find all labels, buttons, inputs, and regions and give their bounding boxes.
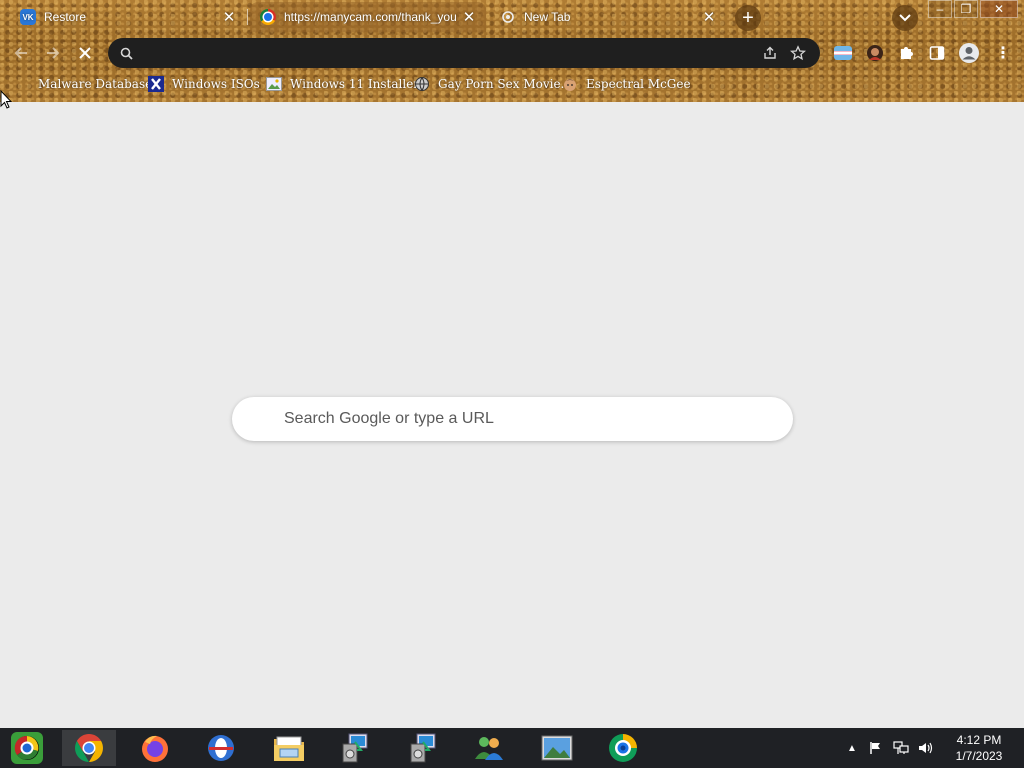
chevron-down-icon bbox=[899, 14, 911, 22]
kebab-menu-icon[interactable]: ⋮ bbox=[992, 42, 1014, 64]
firefox-icon bbox=[142, 735, 168, 762]
bookmarks-bar: Malware Database Windows ISOs Windows 11… bbox=[0, 72, 1024, 96]
taskbar-installer[interactable] bbox=[328, 730, 382, 766]
clock-time: 4:12 PM bbox=[956, 733, 1002, 747]
start-button[interactable] bbox=[0, 730, 54, 766]
profile-avatar-icon[interactable] bbox=[958, 42, 980, 64]
address-bar[interactable] bbox=[108, 38, 820, 68]
installer-icon bbox=[342, 733, 368, 763]
share-icon[interactable] bbox=[756, 41, 784, 65]
installer-icon bbox=[410, 733, 436, 763]
close-window-button[interactable]: ✕ bbox=[980, 0, 1018, 18]
tab-strip: VK Restore ✕ https://manycam.com/thank_y… bbox=[0, 0, 1024, 34]
taskbar-manycam[interactable] bbox=[596, 730, 650, 766]
close-icon[interactable]: ✕ bbox=[700, 8, 718, 26]
mouse-cursor-icon bbox=[0, 90, 12, 109]
bookmark-label: Windows 11 Installer bbox=[290, 77, 420, 91]
bookmark-malware-database[interactable]: Malware Database bbox=[38, 74, 152, 94]
search-icon bbox=[120, 47, 133, 60]
address-input[interactable] bbox=[143, 45, 756, 61]
tab-search-button[interactable] bbox=[892, 5, 918, 31]
show-hidden-icons-button[interactable]: ▲ bbox=[844, 738, 860, 758]
tab-title: New Tab bbox=[524, 10, 571, 24]
stop-loading-button[interactable] bbox=[72, 40, 98, 66]
system-clock[interactable]: 4:12 PM 1/7/2023 bbox=[944, 732, 1014, 764]
tab-title: https://manycam.com/thank_you bbox=[284, 10, 457, 24]
bookmark-label: Malware Database bbox=[38, 77, 153, 91]
forward-arrow-icon bbox=[47, 47, 60, 59]
extension-flag-icon[interactable] bbox=[832, 42, 854, 64]
new-tab-page bbox=[0, 102, 1024, 728]
puzzle-icon[interactable] bbox=[895, 42, 917, 64]
close-icon[interactable]: ✕ bbox=[460, 8, 478, 26]
opera-icon bbox=[208, 735, 234, 761]
network-icon[interactable] bbox=[890, 738, 912, 758]
bookmark-espectral-mcgee[interactable]: Espectral McGee bbox=[562, 74, 691, 94]
clock-date: 1/7/2023 bbox=[955, 749, 1003, 763]
taskbar: ▲ 4:12 PM 1/7/2023 bbox=[0, 728, 1024, 768]
messenger-people-icon bbox=[475, 737, 503, 760]
action-center-flag-icon[interactable] bbox=[866, 738, 886, 758]
ntp-search-input[interactable] bbox=[284, 410, 793, 428]
stop-x-icon bbox=[79, 47, 91, 59]
bookmark-windows-isos[interactable]: Windows ISOs bbox=[148, 74, 260, 94]
browser-chrome: VK Restore ✕ https://manycam.com/thank_y… bbox=[0, 0, 1024, 102]
tab-title: Restore bbox=[44, 10, 87, 24]
minimize-button[interactable]: – bbox=[928, 0, 952, 18]
back-button[interactable] bbox=[8, 40, 34, 66]
vk-icon: VK bbox=[20, 9, 36, 25]
bookmark-windows-11-installer[interactable]: Windows 11 Installer bbox=[266, 74, 419, 94]
photo-viewer-icon bbox=[541, 735, 573, 761]
taskbar-firefox[interactable] bbox=[128, 730, 182, 766]
tab-new-tab[interactable]: New Tab ✕ bbox=[490, 2, 726, 32]
taskbar-photos[interactable] bbox=[530, 730, 584, 766]
globe-icon bbox=[414, 76, 430, 92]
bookmark-gay-porn-sex-movie[interactable]: Gay Porn Sex Movie... bbox=[414, 74, 572, 94]
tab-manycam[interactable]: https://manycam.com/thank_you ✕ bbox=[250, 2, 486, 32]
manycam-icon bbox=[609, 734, 637, 762]
side-panel-icon[interactable] bbox=[926, 42, 948, 64]
tab-restore[interactable]: VK Restore ✕ bbox=[10, 2, 246, 32]
image-icon bbox=[266, 76, 282, 92]
volume-icon[interactable] bbox=[914, 738, 936, 758]
forward-button[interactable] bbox=[40, 40, 66, 66]
taskbar-installer-2[interactable] bbox=[396, 730, 450, 766]
restore-button[interactable]: ❐ bbox=[954, 0, 978, 18]
close-icon[interactable]: ✕ bbox=[220, 8, 238, 26]
back-arrow-icon bbox=[14, 47, 27, 59]
folder-icon bbox=[274, 736, 304, 761]
new-tab-icon bbox=[500, 9, 516, 25]
bookmark-label: Espectral McGee bbox=[586, 77, 691, 91]
x-icon bbox=[148, 76, 164, 92]
start-orb-icon bbox=[11, 732, 43, 764]
taskbar-opera[interactable] bbox=[194, 730, 248, 766]
bookmark-star-icon[interactable] bbox=[784, 41, 812, 65]
taskbar-messenger[interactable] bbox=[462, 730, 516, 766]
taskbar-chrome[interactable] bbox=[62, 730, 116, 766]
bookmark-label: Windows ISOs bbox=[172, 77, 260, 91]
bookmark-label: Gay Porn Sex Movie... bbox=[438, 77, 573, 91]
ntp-search-box[interactable] bbox=[232, 397, 793, 441]
taskbar-file-explorer[interactable] bbox=[262, 730, 316, 766]
toolbar: ⋮ bbox=[0, 36, 1024, 70]
new-tab-button[interactable]: + bbox=[735, 5, 761, 31]
extension-avatar-icon[interactable] bbox=[864, 42, 886, 64]
chrome-globe-icon bbox=[260, 9, 276, 25]
face-icon bbox=[562, 76, 578, 92]
chrome-icon bbox=[75, 734, 103, 762]
tab-separator bbox=[247, 9, 248, 25]
